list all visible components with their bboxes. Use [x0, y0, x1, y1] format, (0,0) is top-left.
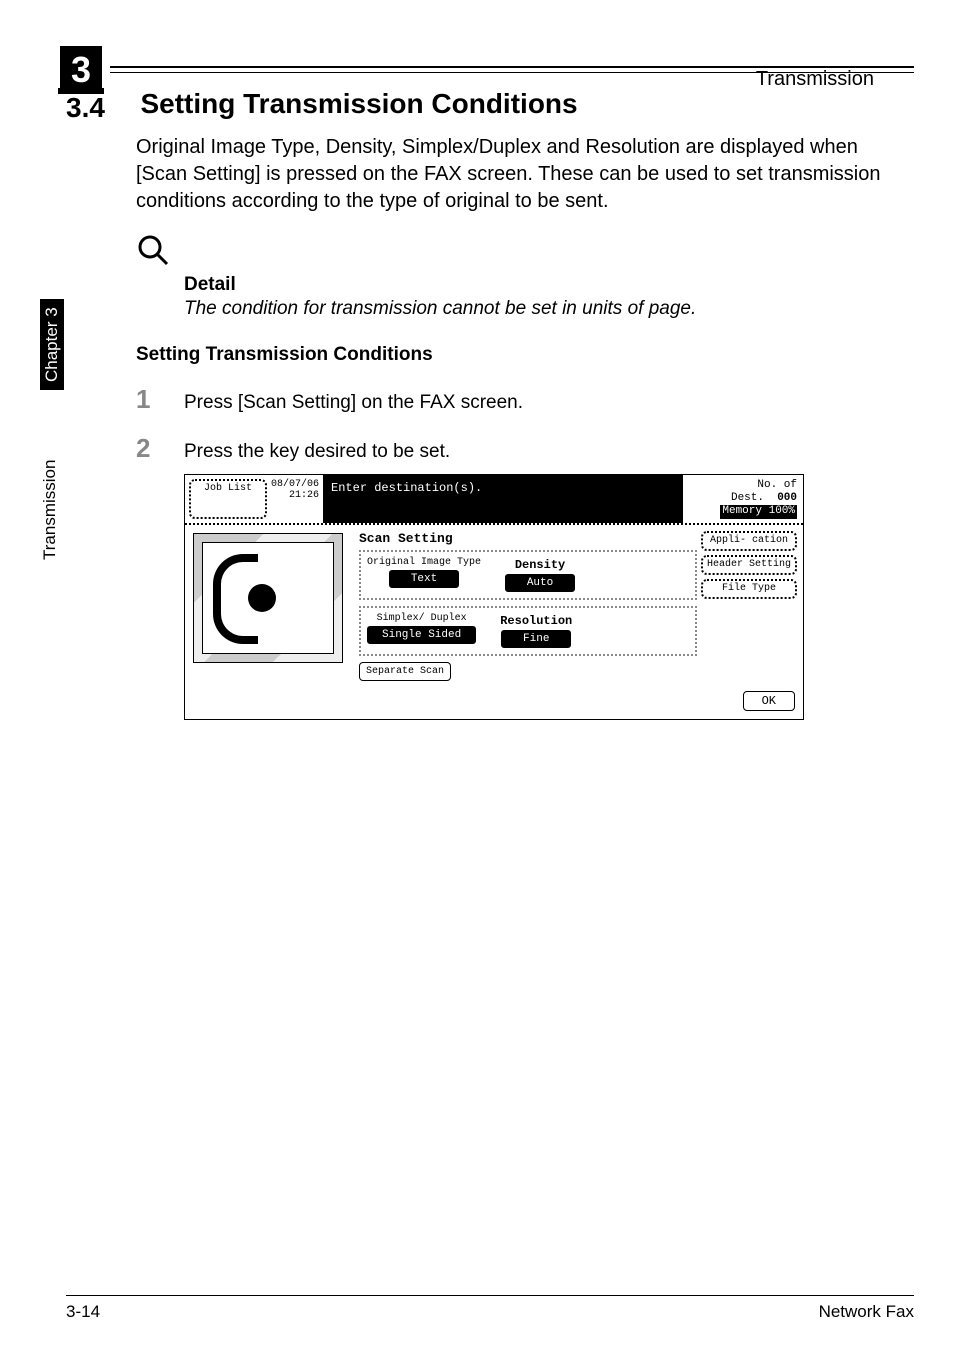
button-label: Resolution: [500, 614, 572, 628]
header-rule-thin: [110, 72, 914, 73]
footer-doc: Network Fax: [819, 1302, 914, 1322]
button-label: Simplex/ Duplex: [377, 614, 467, 624]
time: 21:26: [271, 490, 319, 501]
chapter-badge: 3: [60, 46, 102, 94]
file-type-tab[interactable]: File Type: [701, 579, 797, 599]
step-2: 2 Press the key desired to be set.: [136, 433, 914, 464]
button-value: Text: [389, 570, 459, 588]
simplex-duplex-button[interactable]: Simplex/ Duplex Single Sided: [367, 614, 476, 648]
setting-group-2: Simplex/ Duplex Single Sided Resolution …: [359, 606, 697, 656]
dest-count-value: 000: [777, 492, 797, 504]
button-value: Fine: [501, 630, 571, 648]
panel-title: Scan Setting: [359, 531, 697, 546]
original-image-type-button[interactable]: Original Image Type Text: [367, 558, 481, 592]
side-section-label: Transmission: [40, 460, 60, 560]
preview-pane: [185, 525, 355, 687]
fax-screen: Job List 08/07/06 21:26 Enter destinatio…: [184, 474, 804, 720]
step-text: Press [Scan Setting] on the FAX screen.: [184, 392, 523, 414]
footer-page: 3-14: [66, 1302, 100, 1322]
section-title: Setting Transmission Conditions: [140, 88, 577, 120]
ok-button[interactable]: OK: [743, 691, 795, 711]
detail-label: Detail: [184, 274, 914, 296]
resolution-button[interactable]: Resolution Fine: [500, 614, 572, 648]
status-area: No. of Dest. 000 Memory 100%: [683, 475, 803, 523]
step-number: 1: [136, 384, 184, 415]
memory-label: Memory: [722, 505, 762, 517]
magnifier-icon: [136, 233, 914, 276]
button-label: Density: [515, 558, 565, 572]
intro-paragraph: Original Image Type, Density, Simplex/Du…: [136, 134, 914, 215]
header-rule-thick: [110, 66, 914, 68]
prompt-bar: Enter destination(s).: [323, 475, 683, 523]
section-number: 3.4: [66, 92, 136, 124]
step-1: 1 Press [Scan Setting] on the FAX screen…: [136, 384, 914, 415]
application-tab[interactable]: Appli- cation: [701, 531, 797, 551]
subheading: Setting Transmission Conditions: [136, 344, 914, 366]
side-chapter-label: Chapter 3: [40, 299, 64, 390]
step-number: 2: [136, 433, 184, 464]
setting-group-1: Original Image Type Text Density Auto: [359, 550, 697, 600]
header-setting-tab[interactable]: Header Setting: [701, 555, 797, 575]
preview-image: [193, 533, 343, 663]
density-button[interactable]: Density Auto: [505, 558, 575, 592]
step-text: Press the key desired to be set.: [184, 441, 450, 463]
date: 08/07/06: [271, 479, 319, 490]
footer-rule: [66, 1295, 914, 1296]
button-value: Single Sided: [367, 626, 476, 644]
separate-scan-button[interactable]: Separate Scan: [359, 662, 451, 681]
datetime: 08/07/06 21:26: [271, 475, 323, 523]
button-label: Original Image Type: [367, 558, 481, 568]
job-list-button[interactable]: Job List: [189, 479, 267, 519]
button-value: Auto: [505, 574, 575, 592]
memory-value: 100%: [769, 505, 795, 517]
detail-text: The condition for transmission cannot be…: [184, 298, 914, 320]
